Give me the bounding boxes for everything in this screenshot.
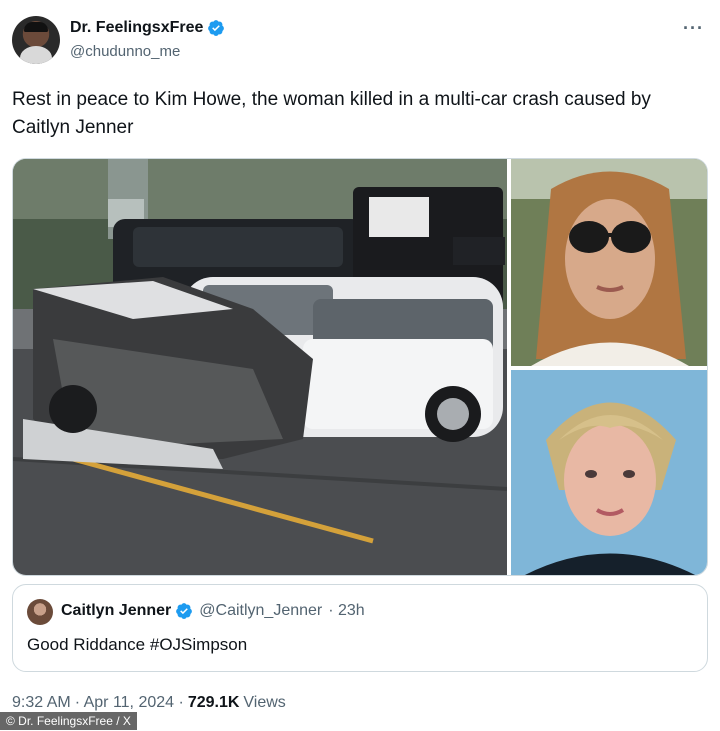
author-display-name[interactable]: Dr. FeelingsxFree [70, 19, 203, 37]
car-crash-photo[interactable] [13, 159, 507, 576]
author-handle[interactable]: @chudunno_me [70, 43, 180, 60]
views-label: Views [243, 694, 286, 711]
tweet-media-grid [12, 158, 708, 576]
verified-badge-icon [176, 603, 193, 619]
tweet-text: Rest in peace to Kim Howe, the woman kil… [12, 89, 651, 138]
verified-badge-icon [208, 20, 225, 36]
quoted-tweet-time[interactable]: · 23h [328, 602, 364, 620]
avatar-cap [24, 22, 48, 32]
views-count: 729.1K [187, 694, 240, 711]
kim-howe-portrait-photo[interactable] [511, 370, 708, 576]
caitlyn-jenner-portrait-photo[interactable] [511, 159, 708, 366]
author-name-row: Dr. FeelingsxFree [70, 19, 225, 37]
watermark: © Dr. FeelingsxFree / X [0, 712, 137, 730]
tweet-time[interactable]: 9:32 AM [12, 694, 71, 712]
quoted-author-handle[interactable]: @Caitlyn_Jenner [199, 602, 322, 620]
avatar-shirt [20, 46, 52, 64]
quoted-tweet[interactable]: Caitlyn Jenner @Caitlyn_Jenner · 23h Goo… [12, 584, 708, 672]
quoted-author-name[interactable]: Caitlyn Jenner [61, 602, 171, 620]
quoted-tweet-text: Good Riddance #OJSimpson [27, 635, 248, 654]
tweet-header: Dr. FeelingsxFree @chudunno_me ··· [12, 14, 708, 68]
tweet-meta: 9:32 AM · Apr 11, 2024 · 729.1K Views [12, 694, 286, 712]
tweet-date[interactable]: · Apr 11, 2024 · [75, 694, 184, 712]
quoted-author-avatar[interactable] [27, 599, 53, 625]
more-horizontal-icon[interactable]: ··· [683, 18, 704, 39]
author-avatar[interactable] [12, 16, 60, 64]
quoted-author-row: Caitlyn Jenner @Caitlyn_Jenner · 23h [61, 602, 365, 620]
